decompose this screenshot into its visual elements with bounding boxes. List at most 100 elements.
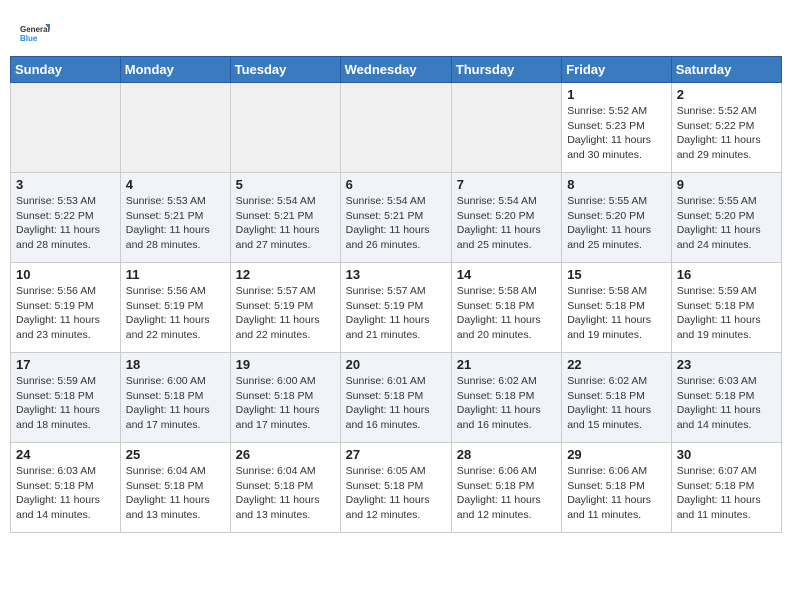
calendar-week-row: 10 Sunrise: 5:56 AM Sunset: 5:19 PM Dayli… [11, 263, 782, 353]
calendar-cell: 13 Sunrise: 5:57 AM Sunset: 5:19 PM Dayli… [340, 263, 451, 353]
day-info: Sunrise: 6:02 AM Sunset: 5:18 PM Dayligh… [567, 374, 666, 433]
calendar-cell: 14Sunrise: 5:58 AM Sunset: 5:18 PM Dayli… [451, 263, 561, 353]
day-info: Sunrise: 6:00 AM Sunset: 5:18 PM Dayligh… [236, 374, 335, 433]
day-info: Sunrise: 6:01 AM Sunset: 5:18 PM Dayligh… [346, 374, 446, 433]
day-info: Sunrise: 5:53 AM Sunset: 5:21 PM Dayligh… [126, 194, 225, 253]
day-number: 16 [677, 267, 776, 282]
weekday-header-row: SundayMondayTuesdayWednesdayThursdayFrid… [11, 57, 782, 83]
weekday-header-tuesday: Tuesday [230, 57, 340, 83]
calendar-cell: 16 Sunrise: 5:59 AM Sunset: 5:18 PM Dayli… [671, 263, 781, 353]
day-number: 27 [346, 447, 446, 462]
day-number: 20 [346, 357, 446, 372]
calendar-cell: 8 Sunrise: 5:55 AM Sunset: 5:20 PM Daylig… [562, 173, 672, 263]
calendar-cell: 6 Sunrise: 5:54 AM Sunset: 5:21 PM Daylig… [340, 173, 451, 263]
weekday-header-friday: Friday [562, 57, 672, 83]
calendar-cell [340, 83, 451, 173]
day-number: 2 [677, 87, 776, 102]
calendar-cell: 22 Sunrise: 6:02 AM Sunset: 5:18 PM Dayli… [562, 353, 672, 443]
calendar-week-row: 3 Sunrise: 5:53 AM Sunset: 5:22 PM Daylig… [11, 173, 782, 263]
day-number: 5 [236, 177, 335, 192]
calendar-cell: 12 Sunrise: 5:57 AM Sunset: 5:19 PM Dayli… [230, 263, 340, 353]
calendar-cell: 17Sunrise: 5:59 AM Sunset: 5:18 PM Dayli… [11, 353, 121, 443]
day-info: Sunrise: 5:55 AM Sunset: 5:20 PM Dayligh… [567, 194, 666, 253]
day-info: Sunrise: 5:59 AM Sunset: 5:18 PM Dayligh… [677, 284, 776, 343]
calendar-cell [11, 83, 121, 173]
day-number: 19 [236, 357, 335, 372]
calendar-cell: 24Sunrise: 6:03 AM Sunset: 5:18 PM Dayli… [11, 443, 121, 533]
weekday-header-sunday: Sunday [11, 57, 121, 83]
day-number: 3 [16, 177, 115, 192]
calendar-cell [451, 83, 561, 173]
day-info: Sunrise: 6:02 AM Sunset: 5:18 PM Dayligh… [457, 374, 556, 433]
day-info: Sunrise: 5:52 AM Sunset: 5:23 PM Dayligh… [567, 104, 666, 163]
calendar-cell: 15 Sunrise: 5:58 AM Sunset: 5:18 PM Dayli… [562, 263, 672, 353]
day-number: 8 [567, 177, 666, 192]
day-number: 22 [567, 357, 666, 372]
calendar-cell: 29 Sunrise: 6:06 AM Sunset: 5:18 PM Dayli… [562, 443, 672, 533]
day-info: Sunrise: 5:52 AM Sunset: 5:22 PM Dayligh… [677, 104, 776, 163]
day-number: 10 [16, 267, 115, 282]
calendar-cell: 5 Sunrise: 5:54 AM Sunset: 5:21 PM Daylig… [230, 173, 340, 263]
day-info: Sunrise: 6:00 AM Sunset: 5:18 PM Dayligh… [126, 374, 225, 433]
calendar-cell [230, 83, 340, 173]
day-number: 28 [457, 447, 556, 462]
svg-text:Blue: Blue [20, 34, 38, 43]
day-number: 9 [677, 177, 776, 192]
day-info: Sunrise: 5:56 AM Sunset: 5:19 PM Dayligh… [126, 284, 225, 343]
day-info: Sunrise: 6:04 AM Sunset: 5:18 PM Dayligh… [126, 464, 225, 523]
day-info: Sunrise: 6:03 AM Sunset: 5:18 PM Dayligh… [16, 464, 115, 523]
day-number: 30 [677, 447, 776, 462]
calendar-cell: 21 Sunrise: 6:02 AM Sunset: 5:18 PM Dayli… [451, 353, 561, 443]
logo: GeneralBlue [20, 18, 54, 48]
calendar-cell: 20 Sunrise: 6:01 AM Sunset: 5:18 PM Dayli… [340, 353, 451, 443]
calendar-cell: 28 Sunrise: 6:06 AM Sunset: 5:18 PM Dayli… [451, 443, 561, 533]
page-header: GeneralBlue [10, 10, 782, 56]
day-info: Sunrise: 5:55 AM Sunset: 5:20 PM Dayligh… [677, 194, 776, 253]
calendar-cell: 26 Sunrise: 6:04 AM Sunset: 5:18 PM Dayli… [230, 443, 340, 533]
day-number: 12 [236, 267, 335, 282]
calendar-cell: 27 Sunrise: 6:05 AM Sunset: 5:18 PM Dayli… [340, 443, 451, 533]
calendar-cell: 11Sunrise: 5:56 AM Sunset: 5:19 PM Dayli… [120, 263, 230, 353]
day-info: Sunrise: 5:54 AM Sunset: 5:21 PM Dayligh… [346, 194, 446, 253]
calendar-cell: 1Sunrise: 5:52 AM Sunset: 5:23 PM Daylig… [562, 83, 672, 173]
day-info: Sunrise: 6:06 AM Sunset: 5:18 PM Dayligh… [567, 464, 666, 523]
calendar-cell: 9 Sunrise: 5:55 AM Sunset: 5:20 PM Daylig… [671, 173, 781, 263]
calendar-table: SundayMondayTuesdayWednesdayThursdayFrid… [10, 56, 782, 533]
day-number: 29 [567, 447, 666, 462]
day-info: Sunrise: 6:04 AM Sunset: 5:18 PM Dayligh… [236, 464, 335, 523]
day-info: Sunrise: 5:54 AM Sunset: 5:21 PM Dayligh… [236, 194, 335, 253]
day-info: Sunrise: 5:57 AM Sunset: 5:19 PM Dayligh… [236, 284, 335, 343]
calendar-cell: 23 Sunrise: 6:03 AM Sunset: 5:18 PM Dayli… [671, 353, 781, 443]
day-number: 18 [126, 357, 225, 372]
day-number: 13 [346, 267, 446, 282]
calendar-cell: 19 Sunrise: 6:00 AM Sunset: 5:18 PM Dayli… [230, 353, 340, 443]
calendar-week-row: 1Sunrise: 5:52 AM Sunset: 5:23 PM Daylig… [11, 83, 782, 173]
weekday-header-monday: Monday [120, 57, 230, 83]
day-info: Sunrise: 5:56 AM Sunset: 5:19 PM Dayligh… [16, 284, 115, 343]
day-info: Sunrise: 5:58 AM Sunset: 5:18 PM Dayligh… [457, 284, 556, 343]
day-number: 7 [457, 177, 556, 192]
calendar-cell: 10 Sunrise: 5:56 AM Sunset: 5:19 PM Dayli… [11, 263, 121, 353]
day-number: 21 [457, 357, 556, 372]
calendar-cell: 4 Sunrise: 5:53 AM Sunset: 5:21 PM Daylig… [120, 173, 230, 263]
day-number: 6 [346, 177, 446, 192]
day-info: Sunrise: 5:58 AM Sunset: 5:18 PM Dayligh… [567, 284, 666, 343]
day-number: 23 [677, 357, 776, 372]
svg-text:General: General [20, 25, 50, 34]
calendar-cell: 7Sunrise: 5:54 AM Sunset: 5:20 PM Daylig… [451, 173, 561, 263]
day-info: Sunrise: 6:07 AM Sunset: 5:18 PM Dayligh… [677, 464, 776, 523]
day-number: 15 [567, 267, 666, 282]
day-info: Sunrise: 6:03 AM Sunset: 5:18 PM Dayligh… [677, 374, 776, 433]
day-info: Sunrise: 6:06 AM Sunset: 5:18 PM Dayligh… [457, 464, 556, 523]
day-info: Sunrise: 5:59 AM Sunset: 5:18 PM Dayligh… [16, 374, 115, 433]
calendar-cell: 25 Sunrise: 6:04 AM Sunset: 5:18 PM Dayli… [120, 443, 230, 533]
day-info: Sunrise: 6:05 AM Sunset: 5:18 PM Dayligh… [346, 464, 446, 523]
day-number: 26 [236, 447, 335, 462]
day-info: Sunrise: 5:57 AM Sunset: 5:19 PM Dayligh… [346, 284, 446, 343]
weekday-header-thursday: Thursday [451, 57, 561, 83]
weekday-header-wednesday: Wednesday [340, 57, 451, 83]
day-number: 25 [126, 447, 225, 462]
calendar-cell: 18 Sunrise: 6:00 AM Sunset: 5:18 PM Dayli… [120, 353, 230, 443]
day-number: 4 [126, 177, 225, 192]
day-info: Sunrise: 5:53 AM Sunset: 5:22 PM Dayligh… [16, 194, 115, 253]
